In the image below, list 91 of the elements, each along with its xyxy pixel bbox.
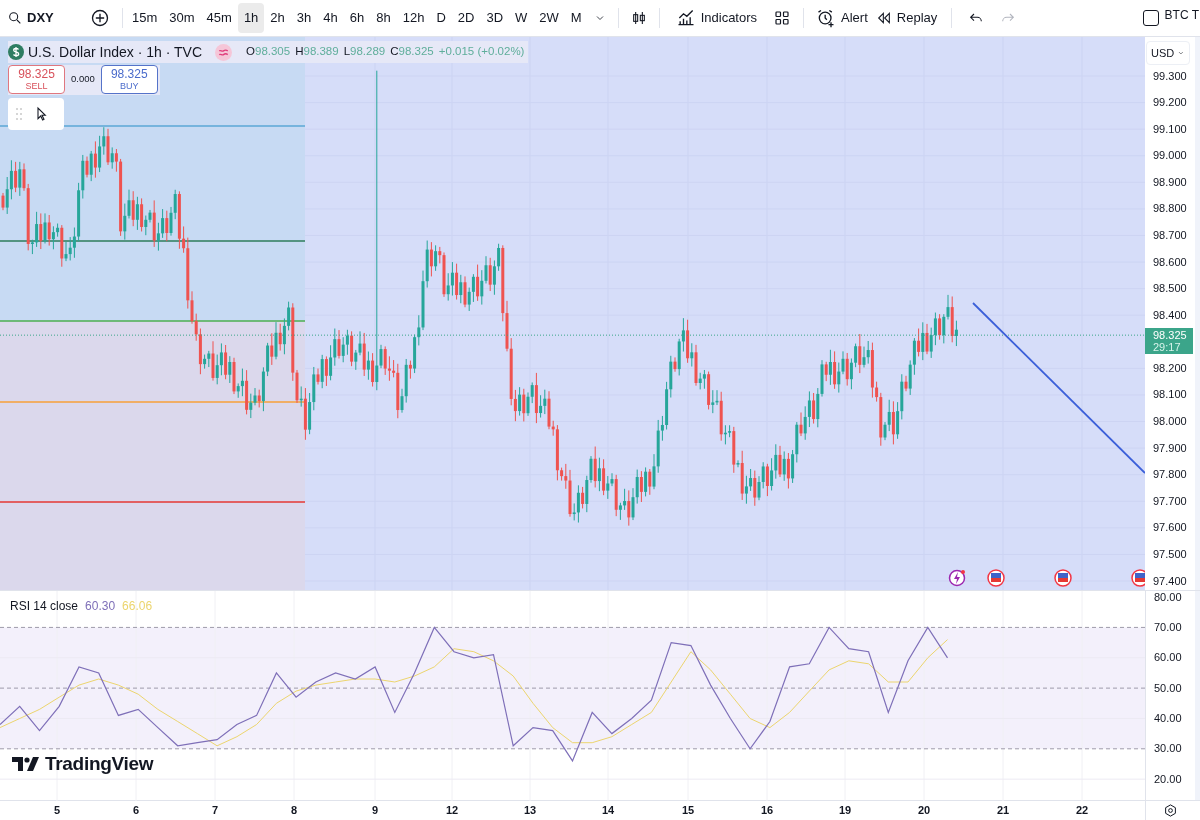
price-tick: 97.700 [1153,494,1187,508]
rsi-tick: 80.00 [1154,590,1182,604]
logo-icon [12,756,40,771]
price-tick: 98.900 [1153,175,1187,189]
interval-tab[interactable]: 4h [317,3,344,33]
flag-icon[interactable] [1054,569,1072,587]
interval-tab[interactable]: 2D [451,3,481,33]
price-tick: 97.400 [1153,574,1187,588]
time-tick: 22 [1075,804,1089,817]
price-tick: 97.800 [1153,468,1187,482]
interval-tab[interactable]: 3D [480,3,510,33]
rsi-tick: 30.00 [1154,742,1182,756]
interval-tab[interactable]: M [564,3,588,33]
price-tick: 99.300 [1153,69,1187,83]
interval-tab[interactable]: 30m [163,3,201,33]
search-icon [7,10,23,26]
current-price-tag: 98.325 29:17 [1145,328,1193,355]
symbol-search[interactable]: DXY [7,8,87,28]
time-tick: 12 [445,804,459,817]
spread-value: 0.000 [71,72,95,87]
time-tick: 16 [760,804,774,817]
time-tick: 8 [290,804,298,817]
add-icon[interactable] [90,8,110,28]
price-change: +0.015 (+0.02%) [438,44,525,60]
wave-icon[interactable] [215,43,233,61]
currency-logo-icon [8,44,24,60]
indicators-button[interactable]: Indicators [671,3,762,33]
time-tick: 5 [53,804,61,817]
ohlc-value: O98.305 [246,44,291,60]
time-tick: 21 [996,804,1010,817]
time-tick: 14 [601,804,615,817]
price-tick: 98.700 [1153,228,1187,242]
watchlist-symbol[interactable]: BTC T [1164,6,1200,24]
lightning-icon[interactable] [948,569,966,587]
alert-button[interactable]: Alert [812,3,872,33]
interval-tab[interactable]: 45m [200,3,238,33]
symbol-title[interactable]: U.S. Dollar Index · 1h · TVC [28,41,203,63]
currency-dropdown[interactable]: USD [1146,41,1190,65]
buy-button[interactable]: 98.325 BUY [100,65,158,94]
rsi-value: 60.30 [85,598,116,615]
sell-button[interactable]: 98.325 SELL [8,65,65,94]
brand-name: TradingView [45,751,154,776]
time-tick: 6 [132,804,140,817]
rsi-tick: 50.00 [1154,681,1182,695]
interval-tab[interactable]: 12h [396,3,431,33]
interval-tab[interactable]: 8h [370,3,397,33]
indicator-label[interactable]: RSI 14 close [10,597,79,615]
ohlc-value: C98.325 [390,44,434,60]
interval-tab[interactable]: 15m [126,3,164,33]
price-tick: 98.400 [1153,308,1187,322]
price-tick: 98.000 [1153,415,1187,429]
price-tick: 97.500 [1153,547,1187,561]
time-tick: 7 [211,804,219,817]
rsi-tick: 70.00 [1154,620,1182,634]
price-tick: 97.600 [1153,521,1187,535]
time-tick: 9 [371,804,379,817]
price-tick: 98.100 [1153,388,1187,402]
price-tick: 98.600 [1153,255,1187,269]
price-tick: 98.800 [1153,202,1187,216]
time-tick: 15 [681,804,695,817]
settings-icon[interactable] [1163,803,1178,818]
rsi-tick: 20.00 [1154,772,1182,786]
time-tick: 19 [838,804,852,817]
interval-tab[interactable]: 2h [264,3,291,33]
alarm-clock-icon [816,8,837,28]
ma-value: 66.06 [122,598,153,615]
replay-button[interactable]: Replay [871,3,942,33]
price-tick: 99.200 [1153,96,1187,110]
interval-tab[interactable]: 6h [343,3,371,33]
interval-tab[interactable]: 2W [533,3,565,33]
chevron-down-icon [1177,49,1185,57]
interval-tab[interactable]: D [430,3,452,33]
drag-handle-icon[interactable] [16,108,22,120]
layout-grid-icon[interactable] [773,9,792,27]
interval-tab[interactable]: 3h [290,3,318,33]
time-tick: 20 [917,804,931,817]
interval-tab[interactable]: 1h [237,3,265,33]
price-tick: 99.100 [1153,122,1187,136]
price-tick: 97.900 [1153,441,1187,455]
rsi-tick: 60.00 [1154,651,1182,665]
time-tick: 13 [523,804,537,817]
price-tick: 98.500 [1153,282,1187,296]
interval-tab[interactable]: W [509,3,534,33]
flag-icon[interactable] [987,569,1005,587]
price-tick: 98.200 [1153,361,1187,375]
ohlc-value: L98.289 [343,44,386,60]
rsi-tick: 40.00 [1154,711,1182,725]
watchlist-checkbox[interactable] [1142,10,1159,26]
price-tick: 99.000 [1153,149,1187,163]
rewind-icon [875,10,892,26]
ohlc-value: H98.389 [295,44,339,60]
